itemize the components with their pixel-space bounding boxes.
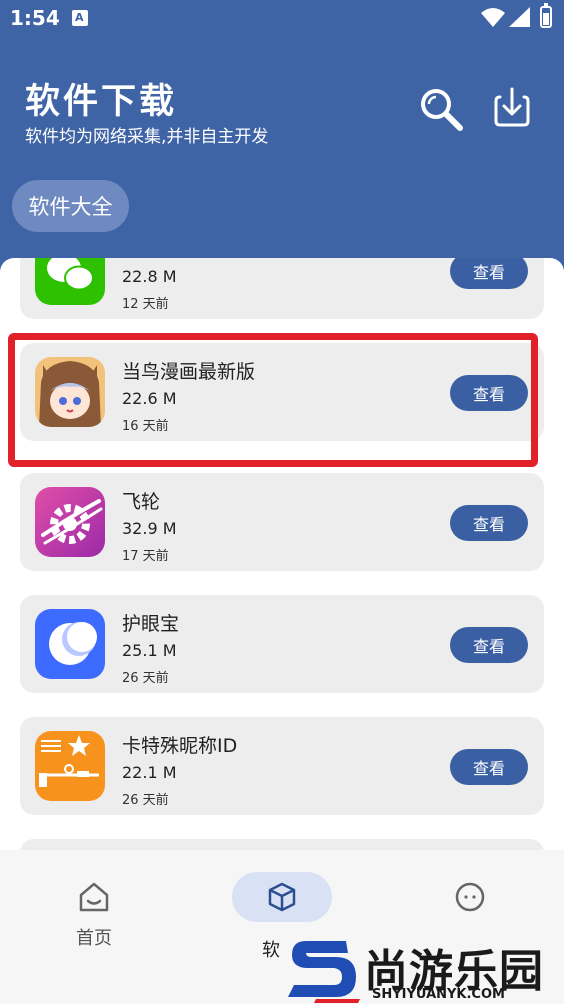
gear-wheel-icon (35, 487, 105, 557)
nav-home-label: 首页 (76, 928, 112, 949)
status-bar: 1:54 A (0, 0, 564, 40)
list-item[interactable]: 护眼宝 25.1 M 26 天前 查看 (20, 595, 544, 693)
app-name: 卡特殊昵称ID (122, 735, 238, 757)
home-icon (79, 882, 109, 912)
category-chip-all-software[interactable]: 软件大全 (12, 180, 129, 232)
watermark-logo-icon (288, 941, 360, 1003)
view-button[interactable]: 查看 (450, 505, 528, 541)
wechat-icon (35, 258, 105, 305)
anime-girl-icon (35, 357, 105, 427)
app-date: 26 天前 (122, 793, 169, 808)
app-date: 26 天前 (122, 671, 169, 686)
view-button[interactable]: 查看 (450, 375, 528, 411)
view-button[interactable]: 查看 (450, 749, 528, 785)
page-title: 软件下载 (25, 82, 178, 122)
wifi-icon (481, 8, 505, 27)
app-list: 22.8 M 12 天前 查看 当鸟漫画最新版 22.6 M 16 天前 查看 (0, 258, 564, 858)
moon-icon (35, 609, 105, 679)
app-date: 17 天前 (122, 549, 169, 564)
app-date: 12 天前 (122, 297, 169, 312)
app-name: 当鸟漫画最新版 (122, 361, 256, 383)
list-item[interactable]: 飞轮 32.9 M 17 天前 查看 (20, 473, 544, 571)
nav-home[interactable]: 首页 (58, 880, 130, 950)
more-icon (455, 882, 485, 912)
nav-software-pill (232, 872, 332, 922)
status-time: 1:54 (10, 6, 60, 30)
search-icon[interactable] (418, 86, 464, 132)
page-subtitle: 软件均为网络采集,并非自主开发 (25, 127, 269, 147)
cube-icon (268, 882, 296, 912)
list-item[interactable]: 卡特殊昵称ID 22.1 M 26 天前 查看 (20, 717, 544, 815)
view-button[interactable]: 查看 (450, 258, 528, 289)
nickname-icon (35, 731, 105, 801)
app-date: 16 天前 (122, 419, 169, 434)
battery-icon (540, 3, 552, 28)
signal-icon (509, 7, 530, 27)
list-item[interactable]: 当鸟漫画最新版 22.6 M 16 天前 查看 (20, 343, 544, 441)
watermark-url: SHYIYUANYK.COM (372, 987, 505, 1002)
app-size: 25.1 M (122, 641, 177, 660)
app-header: 1:54 A 软件下载 软件均为网络采集,并非自主开发 软件大全 (0, 0, 564, 300)
app-size: 22.6 M (122, 389, 177, 408)
app-size: 22.1 M (122, 763, 177, 782)
app-size: 22.8 M (122, 267, 177, 286)
view-button[interactable]: 查看 (450, 627, 528, 663)
nav-more[interactable] (434, 880, 506, 918)
watermark: 尚游乐园 SHYIYUANYK.COM (286, 935, 564, 1004)
app-name: 护眼宝 (122, 613, 180, 635)
list-item[interactable]: 22.8 M 12 天前 查看 (20, 258, 544, 319)
app-name: 飞轮 (122, 491, 161, 513)
download-icon[interactable] (492, 87, 532, 127)
app-size: 32.9 M (122, 519, 177, 538)
notification-icon: A (72, 10, 88, 26)
